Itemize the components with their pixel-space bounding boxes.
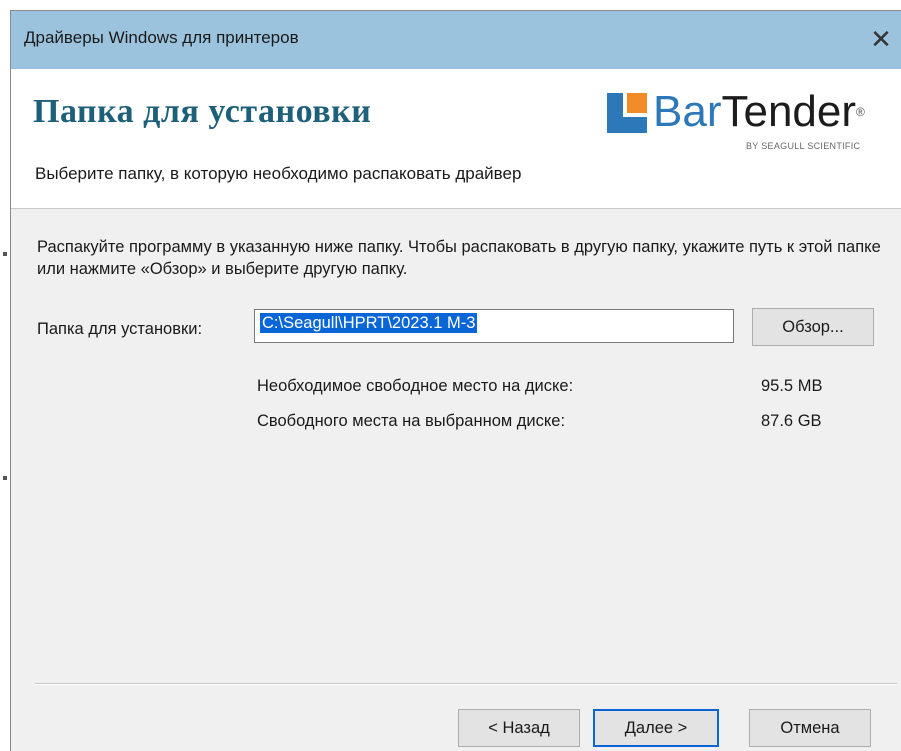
instructions-text: Распакуйте программу в указанную ниже па…	[37, 238, 881, 278]
edge-mark	[3, 252, 7, 256]
logo-word-tender: Tender	[721, 87, 857, 136]
close-icon[interactable]: ✕	[861, 19, 901, 59]
required-space-value: 95.5 MB	[761, 377, 823, 395]
footer-divider	[35, 683, 897, 685]
bartender-logo: BarTender® BY SEAGULL SCIENTIFIC	[591, 87, 891, 161]
logo-word-bar: Bar	[653, 87, 722, 136]
page-title: Папка для установки	[33, 93, 372, 130]
logo-registered-mark: ®	[856, 105, 865, 119]
logo-wordmark: BarTender®	[653, 85, 865, 139]
installer-window: Драйверы Windows для принтеров ✕ Папка д…	[10, 10, 901, 751]
next-button[interactable]: Далее >	[593, 709, 719, 747]
browse-button[interactable]: Обзор...	[752, 308, 874, 346]
cancel-button[interactable]: Отмена	[749, 709, 871, 747]
required-space-label: Необходимое свободное место на диске:	[257, 377, 574, 395]
header-panel: Папка для установки BarTender® BY SEAGUL…	[11, 69, 901, 209]
title-bar[interactable]: Драйверы Windows для принтеров ✕	[11, 11, 901, 69]
window-title: Драйверы Windows для принтеров	[24, 28, 299, 47]
available-space-label: Свободного места на выбранном диске:	[257, 412, 566, 430]
install-folder-label: Папка для установки:	[37, 320, 203, 338]
available-space-value: 87.6 GB	[761, 412, 822, 430]
page-subtitle: Выберите папку, в которую необходимо рас…	[35, 164, 522, 183]
bartender-logo-icon	[607, 93, 647, 133]
install-folder-value: C:\Seagull\HPRT\2023.1 M-3	[260, 313, 478, 333]
install-folder-input[interactable]: C:\Seagull\HPRT\2023.1 M-3	[254, 309, 734, 343]
logo-tagline: BY SEAGULL SCIENTIFIC	[746, 141, 861, 151]
back-button[interactable]: < Назад	[458, 709, 580, 747]
edge-mark	[3, 476, 7, 480]
